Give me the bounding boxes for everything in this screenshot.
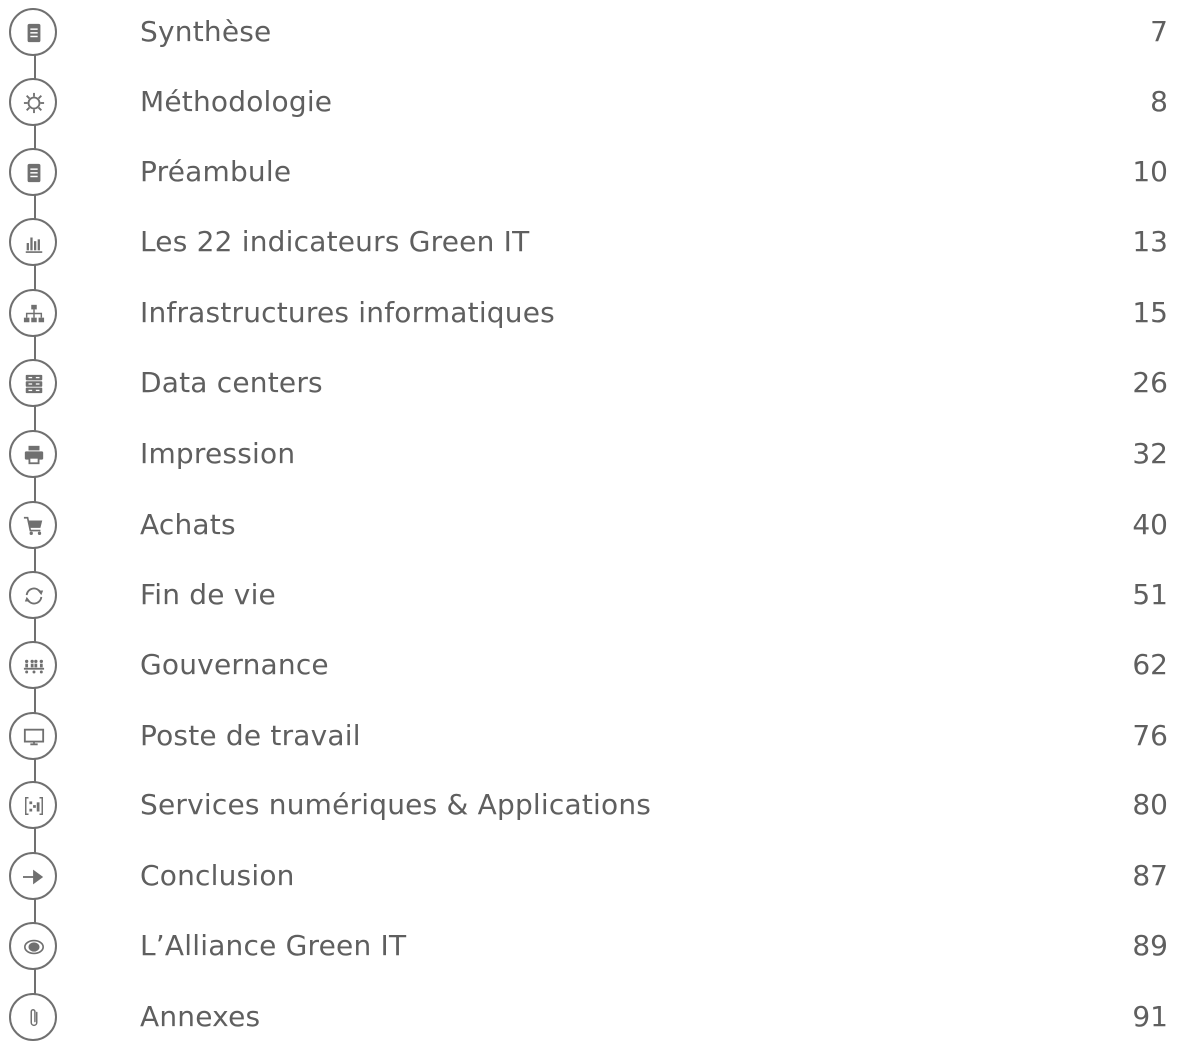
toc-item-annexes[interactable]: Annexes 91 (0, 989, 1179, 1045)
document-icon (9, 148, 57, 196)
toc-item-services-numeriques[interactable]: Services numériques & Applications 80 (0, 777, 1179, 833)
cart-icon (9, 501, 57, 549)
toc-item-title: Achats (140, 508, 236, 541)
toc-item-title: Préambule (140, 155, 292, 188)
toc-item-page: 26 (1132, 366, 1168, 399)
table-of-contents: Synthèse 7 Méthodologie 8 Préambule 10 L… (0, 0, 1179, 1047)
toc-item-title: Conclusion (140, 859, 295, 892)
toc-item-impression[interactable]: Impression 32 (0, 426, 1179, 482)
toc-item-fin-de-vie[interactable]: Fin de vie 51 (0, 567, 1179, 623)
toc-item-page: 76 (1132, 719, 1168, 752)
toc-item-page: 32 (1132, 437, 1168, 470)
toc-item-page: 62 (1132, 648, 1168, 681)
toc-item-page: 80 (1132, 788, 1168, 821)
toc-item-infrastructures[interactable]: Infrastructures informatiques 15 (0, 285, 1179, 341)
toc-item-methodologie[interactable]: Méthodologie 8 (0, 74, 1179, 130)
toc-item-page: 13 (1132, 225, 1168, 258)
recycle-icon (9, 571, 57, 619)
toc-item-preambule[interactable]: Préambule 10 (0, 144, 1179, 200)
monitor-icon (9, 712, 57, 760)
toc-item-title: Annexes (140, 1000, 261, 1033)
toc-item-title: Les 22 indicateurs Green IT (140, 225, 530, 258)
toc-item-title: Fin de vie (140, 578, 276, 611)
alliance-icon (9, 922, 57, 970)
document-icon (9, 8, 57, 56)
toc-item-page: 10 (1132, 155, 1168, 188)
arrow-right-icon (9, 852, 57, 900)
toc-item-alliance-green-it[interactable]: L’Alliance Green IT 89 (0, 918, 1179, 974)
network-icon (9, 289, 57, 337)
toc-item-indicateurs[interactable]: Les 22 indicateurs Green IT 13 (0, 214, 1179, 270)
toc-item-title: Data centers (140, 366, 323, 399)
toc-item-title: Services numériques & Applications (140, 788, 652, 821)
toc-item-title: Infrastructures informatiques (140, 296, 555, 329)
toc-item-page: 7 (1150, 15, 1168, 48)
toc-item-title: Synthèse (140, 15, 272, 48)
toc-item-page: 91 (1132, 1000, 1168, 1033)
gear-icon (9, 78, 57, 126)
toc-item-page: 89 (1132, 929, 1168, 962)
toc-item-title: Poste de travail (140, 719, 361, 752)
toc-item-conclusion[interactable]: Conclusion 87 (0, 848, 1179, 904)
toc-item-synthese[interactable]: Synthèse 7 (0, 4, 1179, 60)
toc-item-title: Méthodologie (140, 85, 333, 118)
toc-item-gouvernance[interactable]: Gouvernance 62 (0, 637, 1179, 693)
toc-item-page: 15 (1132, 296, 1168, 329)
toc-item-achats[interactable]: Achats 40 (0, 497, 1179, 553)
bar-chart-icon (9, 218, 57, 266)
server-icon (9, 359, 57, 407)
toc-item-poste-de-travail[interactable]: Poste de travail 76 (0, 708, 1179, 764)
people-icon (9, 641, 57, 689)
toc-item-page: 8 (1150, 85, 1168, 118)
toc-item-title: L’Alliance Green IT (140, 929, 407, 962)
toc-item-page: 87 (1132, 859, 1168, 892)
toc-item-title: Impression (140, 437, 296, 470)
paperclip-icon (9, 993, 57, 1041)
printer-icon (9, 430, 57, 478)
toc-item-title: Gouvernance (140, 648, 329, 681)
toc-item-page: 40 (1132, 508, 1168, 541)
apps-icon (9, 781, 57, 829)
toc-item-data-centers[interactable]: Data centers 26 (0, 355, 1179, 411)
toc-item-page: 51 (1132, 578, 1168, 611)
